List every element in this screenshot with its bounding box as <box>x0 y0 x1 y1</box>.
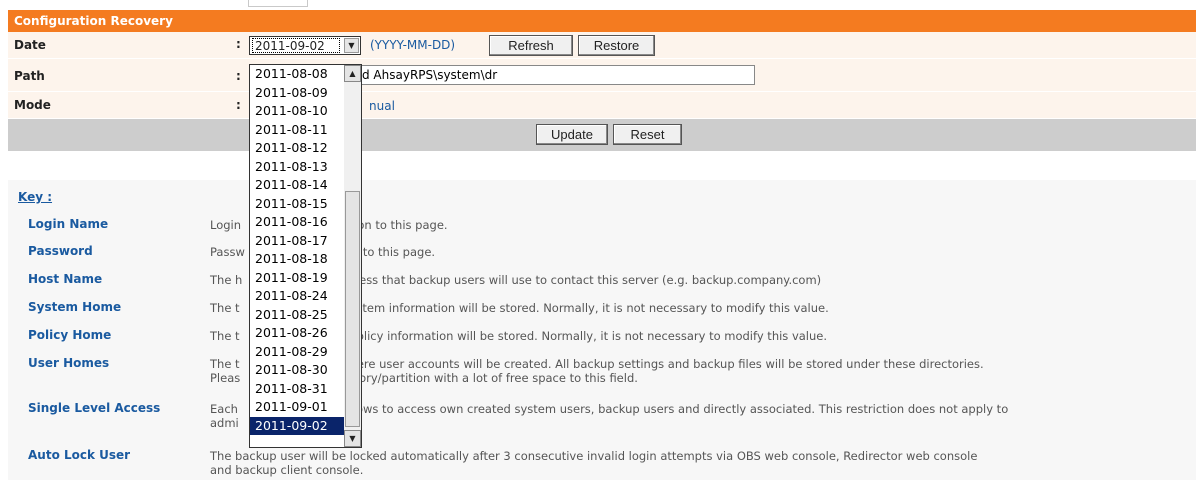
dropdown-option[interactable]: 2011-08-29 <box>250 343 344 362</box>
key-name: Host Name <box>28 272 103 286</box>
dropdown-options: 2011-08-08 2011-08-09 2011-08-10 2011-08… <box>250 65 344 435</box>
desc-part: Passw <box>210 245 245 259</box>
scroll-down-icon[interactable]: ▼ <box>344 430 361 447</box>
dropdown-option[interactable]: 2011-08-08 <box>250 65 344 84</box>
path-input-value: d AhsayRPS\system\dr <box>362 68 498 82</box>
desc-part: Pleas <box>210 371 241 385</box>
desc-part: and backup client console. <box>210 463 364 477</box>
desc-part: ystem information will be stored. Normal… <box>349 301 829 315</box>
mode-label: Mode <box>14 98 51 112</box>
date-colon: : <box>236 37 241 51</box>
scroll-thumb[interactable] <box>345 191 360 427</box>
key-name: System Home <box>28 300 122 314</box>
date-select[interactable]: 2011-09-02 ▼ <box>249 36 361 55</box>
dropdown-option[interactable]: 2011-08-12 <box>250 139 344 158</box>
dropdown-option[interactable]: 2011-08-26 <box>250 324 344 343</box>
dropdown-option[interactable]: 2011-08-15 <box>250 195 344 214</box>
key-name: Login Name <box>28 217 109 231</box>
desc-part: policy information will be stored. Norma… <box>349 329 828 343</box>
dropdown-option[interactable]: 2011-08-19 <box>250 269 344 288</box>
desc-part: here user accounts will be created. All … <box>349 357 984 371</box>
mode-value[interactable]: nual <box>369 99 395 113</box>
desc-part: Each <box>210 402 238 416</box>
desc-part: dress that backup users will use to cont… <box>347 273 822 287</box>
dropdown-option[interactable]: 2011-08-18 <box>250 250 344 269</box>
scroll-up-icon[interactable]: ▲ <box>344 65 361 82</box>
dropdown-option[interactable]: 2011-08-14 <box>250 176 344 195</box>
dropdown-scrollbar[interactable]: ▲ ▼ <box>344 65 361 447</box>
dropdown-option[interactable]: 2011-08-13 <box>250 158 344 177</box>
dropdown-option[interactable]: 2011-08-11 <box>250 121 344 140</box>
top-field-stub <box>248 0 308 7</box>
path-row: Path : d AhsayRPS\system\dr <box>8 59 1196 92</box>
desc-part: ctory/partition with a lot of free space… <box>348 371 638 385</box>
key-name: Password <box>28 244 93 258</box>
path-label: Path <box>14 69 45 83</box>
dropdown-option[interactable]: 2011-08-16 <box>250 213 344 232</box>
date-dropdown-list[interactable]: 2011-08-08 2011-08-09 2011-08-10 2011-08… <box>249 64 362 448</box>
dropdown-option[interactable]: 2011-08-17 <box>250 232 344 251</box>
date-label: Date <box>14 38 46 52</box>
dropdown-option[interactable]: 2011-08-30 <box>250 361 344 380</box>
reset-button[interactable]: Reset <box>613 124 682 145</box>
desc-part: admi <box>210 416 239 430</box>
desc-part: The h <box>210 273 243 287</box>
key-title[interactable]: Key : <box>18 190 52 204</box>
dropdown-option[interactable]: 2011-08-24 <box>250 287 344 306</box>
update-button[interactable]: Update <box>536 124 608 145</box>
mode-row: Mode : nual <box>8 92 1196 119</box>
dropdown-option[interactable]: 2011-08-10 <box>250 102 344 121</box>
desc-part: Login <box>210 218 242 232</box>
key-name: Policy Home <box>28 328 112 342</box>
mode-colon: : <box>236 98 241 112</box>
restore-button[interactable]: Restore <box>578 35 655 56</box>
dropdown-option[interactable]: 2011-08-25 <box>250 306 344 325</box>
chevron-down-icon[interactable]: ▼ <box>344 38 359 53</box>
path-colon: : <box>236 69 241 83</box>
panel-title: Configuration Recovery <box>8 10 1196 32</box>
configuration-recovery-panel: Configuration Recovery Date : 2011-09-02… <box>8 10 1196 151</box>
desc-part: The t <box>210 329 240 343</box>
refresh-button[interactable]: Refresh <box>489 35 573 56</box>
key-section: Key : Login Name Login ogon to this page.… <box>8 180 1196 480</box>
key-name: Single Level Access <box>28 401 161 415</box>
dropdown-option[interactable]: 2011-08-31 <box>250 380 344 399</box>
desc-part: ows to access own created system users, … <box>355 402 1009 416</box>
dropdown-option[interactable]: 2011-09-01 <box>250 398 344 417</box>
key-name: User Homes <box>28 356 110 370</box>
desc-part: The t <box>210 357 240 371</box>
action-bar: Update Reset <box>8 119 1196 151</box>
dropdown-option[interactable]: 2011-08-09 <box>250 84 344 103</box>
desc-part: The t <box>210 301 240 315</box>
date-format-hint: (YYYY-MM-DD) <box>370 38 456 52</box>
date-select-value: 2011-09-02 <box>252 38 340 53</box>
date-row: Date : 2011-09-02 ▼ (YYYY-MM-DD) Refresh… <box>8 32 1196 59</box>
key-name: Auto Lock User <box>28 448 131 462</box>
key-desc: The backup user will be locked automatic… <box>210 449 1180 477</box>
dropdown-option-selected[interactable]: 2011-09-02 <box>250 416 344 435</box>
desc-part: The backup user will be locked automatic… <box>210 449 978 463</box>
